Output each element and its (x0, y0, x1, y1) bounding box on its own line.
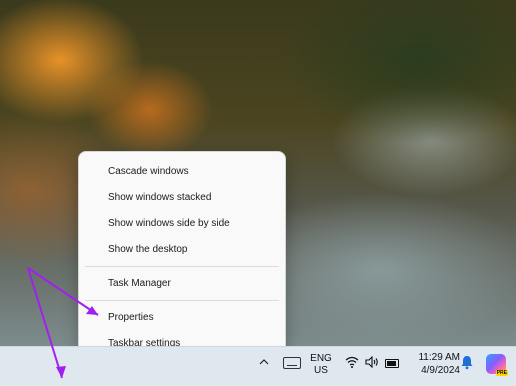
region-code: US (314, 365, 328, 376)
menu-separator (85, 266, 279, 267)
menu-item-show-windows-side-by-side[interactable]: Show windows side by side (79, 212, 285, 236)
keyboard-icon[interactable] (283, 357, 301, 369)
clock-time: 11:29 AM (418, 352, 460, 363)
menu-item-show-windows-stacked[interactable]: Show windows stacked (79, 186, 285, 210)
menu-item-show-the-desktop[interactable]: Show the desktop (79, 238, 285, 262)
bell-icon[interactable] (460, 354, 474, 370)
language-code: ENG (310, 353, 332, 364)
copilot-icon[interactable]: PRE (486, 354, 508, 376)
volume-icon[interactable] (365, 355, 379, 371)
menu-item-cascade-windows[interactable]: Cascade windows (79, 160, 285, 184)
chevron-up-icon[interactable] (258, 352, 270, 372)
clock-date: 4/9/2024 (421, 365, 460, 376)
taskbar-context-menu: Cascade windows Show windows stacked Sho… (78, 151, 286, 356)
clock[interactable]: 11:29 AM 4/9/2024 (408, 351, 460, 377)
copilot-badge: PRE (495, 370, 508, 376)
language-indicator[interactable]: ENG US (306, 353, 336, 377)
system-tray-icons[interactable] (345, 355, 399, 371)
menu-item-properties[interactable]: Properties (79, 306, 285, 330)
menu-item-task-manager[interactable]: Task Manager (79, 272, 285, 296)
battery-icon[interactable] (385, 358, 399, 368)
menu-separator (85, 300, 279, 301)
wifi-icon[interactable] (345, 356, 359, 371)
